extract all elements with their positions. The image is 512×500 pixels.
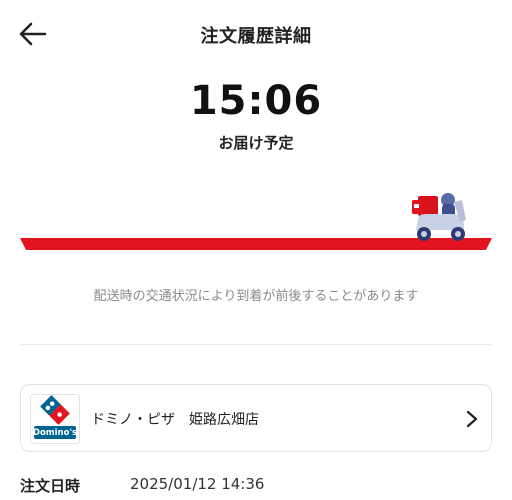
dominos-logo: Domino's [30,394,80,444]
order-date-row: 注文日時 2025/01/12 14:36 [20,474,492,496]
store-name: ドミノ・ピザ 姫路広畑店 [91,412,259,428]
chevron-right-icon [466,410,478,428]
traffic-notice: 配送時の交通状況により到着が前後することがあります [93,289,419,304]
logo-text: Domino's [32,428,78,438]
eta-label: お届け予定 [218,134,294,152]
store-card[interactable]: Domino's ドミノ・ピザ 姫路広畑店 [20,384,492,452]
page-title: 注文履歴詳細 [200,26,312,47]
eta-time: 15:06 [189,78,323,124]
header: 注文履歴詳細 [0,0,512,66]
divider [20,344,492,345]
order-date-value: 2025/01/12 14:36 [130,475,265,493]
order-date-label: 注文日時 [20,477,81,495]
delivery-scooter-icon [412,193,467,241]
